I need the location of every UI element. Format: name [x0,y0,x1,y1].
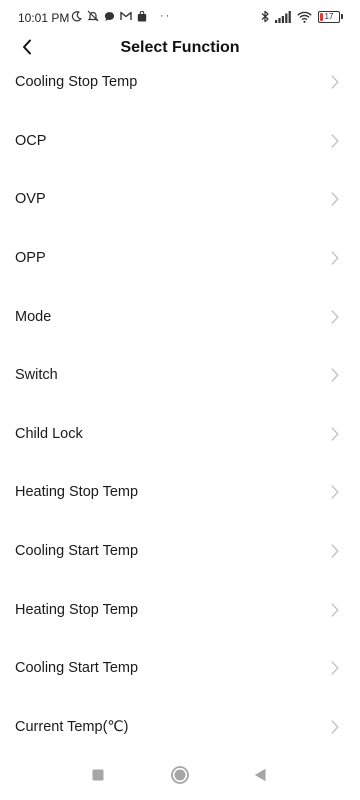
status-bar: 10:01 PM ·· 17 [0,0,360,36]
navigation-bar [0,752,360,800]
list-item[interactable]: Cooling Stop Temp [0,53,360,112]
status-left-icons: ·· [71,10,171,22]
chevron-right-icon [331,368,339,382]
list-item[interactable]: Child Lock [0,405,360,464]
moon-icon [71,10,82,22]
function-list: Cooling Stop Temp OCP OVP OPP Mode Switch Chil… [0,53,360,756]
list-item[interactable]: OCP [0,112,360,171]
chevron-right-icon [331,661,339,675]
notifications-off-icon [87,10,99,22]
list-item[interactable]: Heating Stop Temp [0,580,360,639]
overflow-dots: ·· [160,10,172,22]
list-item[interactable]: OPP [0,229,360,288]
recents-button[interactable] [87,766,109,788]
status-time: 10:01 PM [18,11,70,25]
list-item[interactable]: Current Temp(℃) [0,698,360,757]
battery-level: 17 [324,11,334,21]
item-label: Heating Stop Temp [15,484,139,501]
item-label: Heating Stop Temp [15,601,139,618]
list-item[interactable]: Cooling Start Temp [0,522,360,581]
chevron-right-icon [331,544,339,558]
signal-icon [275,10,291,23]
chevron-right-icon [331,251,339,265]
chevron-right-icon [331,309,339,324]
item-label: Cooling Stop Temp [15,74,138,91]
bluetooth-icon [261,10,269,23]
item-label: Cooling Start Temp [15,543,139,560]
chevron-right-icon [331,192,339,207]
item-label: OCP [15,132,47,149]
chat-bubble-icon [104,11,115,22]
list-item[interactable]: Mode [0,287,360,346]
list-item[interactable]: Heating Stop Temp [0,463,360,522]
chevron-right-icon [331,602,339,617]
item-label: OVP [15,191,46,208]
status-right-icons: 17 [261,10,343,23]
back-nav-button[interactable] [249,766,271,788]
chevron-right-icon [331,720,339,734]
item-label: Current Temp(℃) [15,718,129,735]
item-label: Mode [15,308,52,325]
bag-icon [137,10,147,22]
list-item[interactable]: Cooling Start Temp [0,639,360,698]
battery-fill [320,12,324,21]
list-item[interactable]: Switch [0,346,360,405]
chevron-right-icon [331,485,339,500]
item-label: Switch [15,367,58,384]
square-recents-icon [92,768,104,786]
triangle-back-icon [254,768,266,787]
item-label: Child Lock [15,425,83,442]
item-label: Cooling Start Temp [15,660,139,677]
chevron-right-icon [331,75,339,89]
chevron-right-icon [331,427,339,441]
battery-icon: 17 [318,10,343,23]
wifi-icon [297,11,312,23]
circle-home-icon [170,765,190,790]
item-label: OPP [15,250,46,267]
list-item[interactable]: OVP [0,170,360,229]
home-button[interactable] [169,765,191,790]
gmail-icon [120,11,132,21]
chevron-right-icon [331,134,339,148]
